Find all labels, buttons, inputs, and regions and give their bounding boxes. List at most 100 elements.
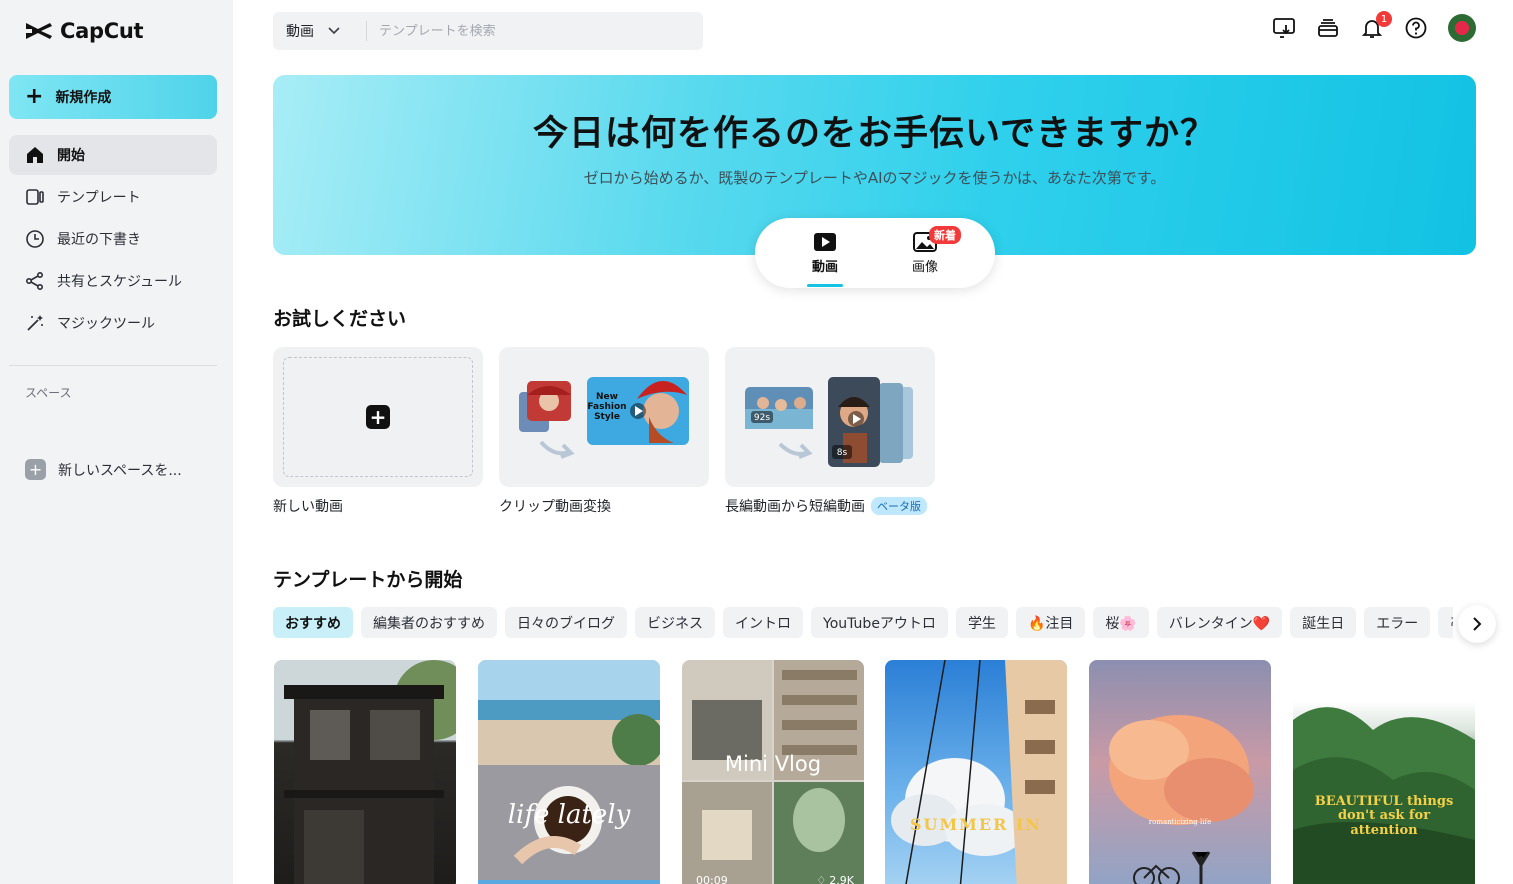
chip-graduation[interactable]: 卒 <box>1438 607 1453 638</box>
template-card[interactable]: SUMMER IN <box>885 660 1067 884</box>
template-card[interactable] <box>274 660 456 884</box>
sidebar-divider <box>9 365 217 366</box>
mode-tab-label: 画像 <box>911 260 938 275</box>
svg-text:92s: 92s <box>754 413 770 423</box>
template-thumbnail <box>1109 715 1254 884</box>
chip-business[interactable]: ビジネス <box>635 607 715 638</box>
like-icon: ♢ <box>816 874 827 884</box>
chip-trending[interactable]: 🔥注目 <box>1015 607 1086 638</box>
template-overlay-text: life lately <box>507 800 631 830</box>
search-type-value: 動画 <box>286 24 314 40</box>
user-avatar[interactable] <box>1448 14 1476 42</box>
template-icon <box>25 187 45 207</box>
svg-text:8s: 8s <box>837 448 848 458</box>
new-project-button[interactable]: + 新規作成 <box>9 75 217 119</box>
card-label: クリップ動画変換 <box>499 499 611 515</box>
layers-icon[interactable] <box>1316 16 1340 40</box>
logo-text: CapCut <box>60 19 144 43</box>
mode-switch: 動画 画像 新着 <box>755 218 995 288</box>
template-card[interactable]: Mini Vlog 00:09 ♢ 2.9K <box>682 660 864 884</box>
mode-tab-video[interactable]: 動画 <box>795 232 855 275</box>
template-likes: ♢ 2.9K <box>816 874 854 884</box>
chip-birthday[interactable]: 誕生日 <box>1290 607 1357 638</box>
template-thumbnail <box>478 660 660 884</box>
search-bar: 動画 <box>273 12 703 50</box>
new-badge: 新着 <box>929 226 961 244</box>
share-icon <box>25 271 45 291</box>
chip-error[interactable]: エラー <box>1364 607 1431 638</box>
chip-intro[interactable]: イントロ <box>723 607 803 638</box>
chips-next-button[interactable] <box>1458 605 1496 643</box>
top-actions: 1 <box>1272 11 1476 42</box>
template-card[interactable]: BEAUTIFUL things don't ask for attention <box>1293 660 1475 884</box>
plus-icon: + <box>366 405 390 429</box>
template-overlay-text: SUMMER IN <box>909 815 1043 834</box>
play-video-icon <box>814 233 836 251</box>
long-to-short-card[interactable]: 92s 8s <box>725 347 935 487</box>
sidebar-item-label: 共有とスケジュール <box>57 274 183 290</box>
chip-student[interactable]: 学生 <box>955 607 1008 638</box>
home-icon <box>25 145 45 165</box>
new-video-card[interactable]: + <box>273 347 483 487</box>
template-duration: 00:09 <box>696 874 728 884</box>
notification-bell-icon[interactable]: 1 <box>1360 11 1392 40</box>
mode-tab-label: 動画 <box>811 260 838 275</box>
chip-daily-vlog[interactable]: 日々のブイログ <box>505 607 627 638</box>
sidebar: CapCut + 新規作成 開始 テンプレート 最近の下書き 共有とスケジュール… <box>0 0 233 884</box>
notification-count-badge: 1 <box>1376 11 1392 27</box>
card-label-row: 長編動画から短編動画 ベータ版 <box>725 496 927 516</box>
help-icon[interactable] <box>1404 16 1428 40</box>
desktop-download-icon[interactable] <box>1272 16 1296 40</box>
chip-editors-pick[interactable]: 編集者のおすすめ <box>361 607 497 638</box>
sidebar-item-home[interactable]: 開始 <box>9 135 217 175</box>
category-chips: おすすめ 編集者のおすすめ 日々のブイログ ビジネス イントロ YouTubeア… <box>273 607 1453 639</box>
active-tab-indicator <box>807 284 843 287</box>
svg-text:New: New <box>596 392 618 402</box>
sidebar-item-label: 開始 <box>57 148 85 164</box>
clip-convert-card[interactable]: New Fashion Style <box>499 347 709 487</box>
new-space-label: 新しいスペースを... <box>58 462 182 479</box>
clock-icon <box>25 229 45 249</box>
long-to-short-thumbnail: 92s 8s <box>745 377 913 467</box>
chevron-down-icon <box>328 27 340 35</box>
sidebar-item-templates[interactable]: テンプレート <box>9 177 217 217</box>
template-thumbnail <box>891 660 1067 884</box>
svg-text:Style: Style <box>594 412 620 422</box>
sidebar-item-label: マジックツール <box>57 316 155 332</box>
search-type-dropdown[interactable]: 動画 <box>273 21 366 41</box>
template-overlay-text: BEAUTIFUL things don't ask for attention <box>1314 794 1454 838</box>
spaces-heading: スペース <box>25 386 72 400</box>
svg-text:Fashion: Fashion <box>587 402 626 412</box>
hero-subtitle: ゼロから始めるか、既製のテンプレートやAIのマジックを使うかは、あなた次第です。 <box>583 169 1166 187</box>
template-thumbnail <box>274 660 456 884</box>
new-video-dropzone: + <box>283 357 473 477</box>
sidebar-item-magic-tools[interactable]: マジックツール <box>9 303 217 343</box>
template-likes-count: 2.9K <box>829 874 854 884</box>
sidebar-item-label: テンプレート <box>57 190 141 206</box>
card-label: 新しい動画 <box>273 499 343 515</box>
sidebar-nav: 開始 テンプレート 最近の下書き 共有とスケジュール マジックツール <box>9 135 217 345</box>
capcut-logo[interactable]: CapCut <box>24 18 144 44</box>
clip-convert-thumbnail: New Fashion Style <box>519 377 689 459</box>
sidebar-item-recent-drafts[interactable]: 最近の下書き <box>9 219 217 259</box>
chip-valentine[interactable]: バレンタイン❤️ <box>1156 607 1283 638</box>
capcut-logo-icon <box>26 23 52 39</box>
chip-youtube-outro[interactable]: YouTubeアウトロ <box>811 607 948 638</box>
sidebar-item-label: 最近の下書き <box>57 232 141 248</box>
try-section-title: お試しください <box>273 308 407 330</box>
template-overlay-text: Mini Vlog <box>724 752 822 776</box>
magic-wand-icon <box>25 313 45 333</box>
templates-section-title: テンプレートから開始 <box>273 569 463 591</box>
chevron-right-icon <box>1473 617 1482 631</box>
chip-sakura[interactable]: 桜🌸 <box>1093 607 1149 638</box>
template-card[interactable]: romanticizing life <box>1089 660 1271 884</box>
template-overlay-text: romanticizing life <box>1148 818 1212 826</box>
search-input[interactable] <box>367 23 687 39</box>
new-project-label: 新規作成 <box>55 90 112 106</box>
card-label: 長編動画から短編動画 <box>725 499 865 515</box>
sidebar-item-share-schedule[interactable]: 共有とスケジュール <box>9 261 217 301</box>
chip-recommended[interactable]: おすすめ <box>273 607 353 638</box>
hero-title: 今日は何を作るのをお手伝いできますか？ <box>533 114 1216 154</box>
template-card[interactable]: life lately <box>478 660 660 884</box>
new-space-button[interactable]: + 新しいスペースを... <box>25 459 182 480</box>
